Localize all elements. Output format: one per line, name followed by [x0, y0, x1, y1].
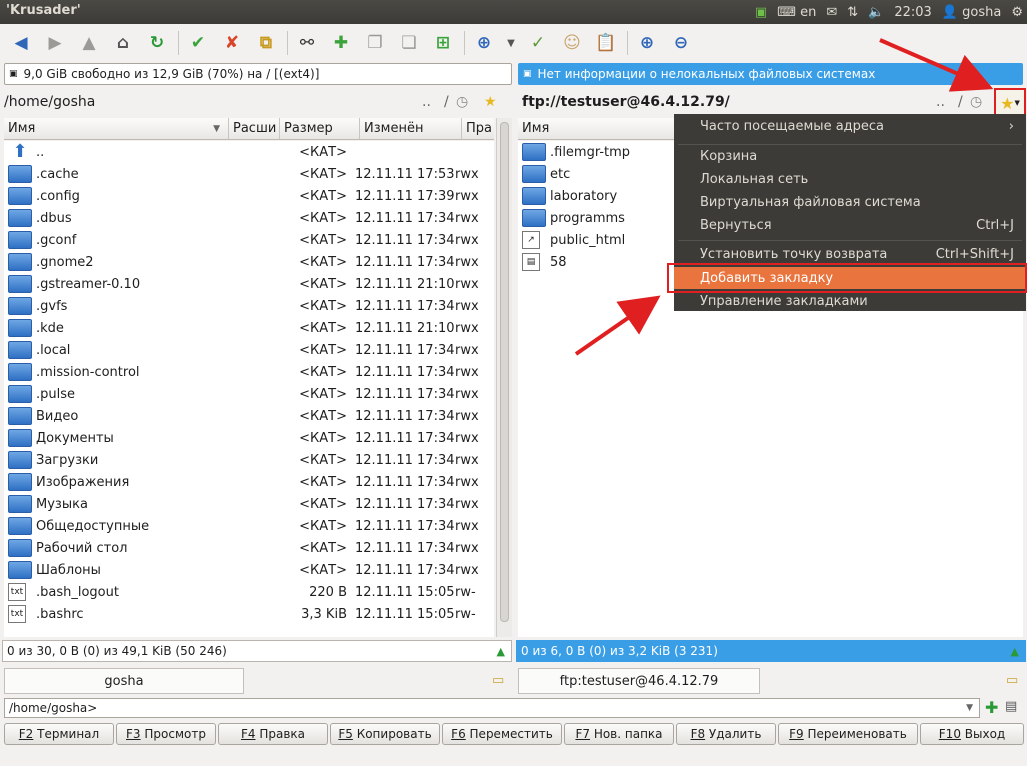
annotation-arrows: [574, 38, 994, 356]
arrow-to-bookmark-button: [879, 38, 994, 92]
arrow-to-add-bookmark: [574, 295, 661, 356]
